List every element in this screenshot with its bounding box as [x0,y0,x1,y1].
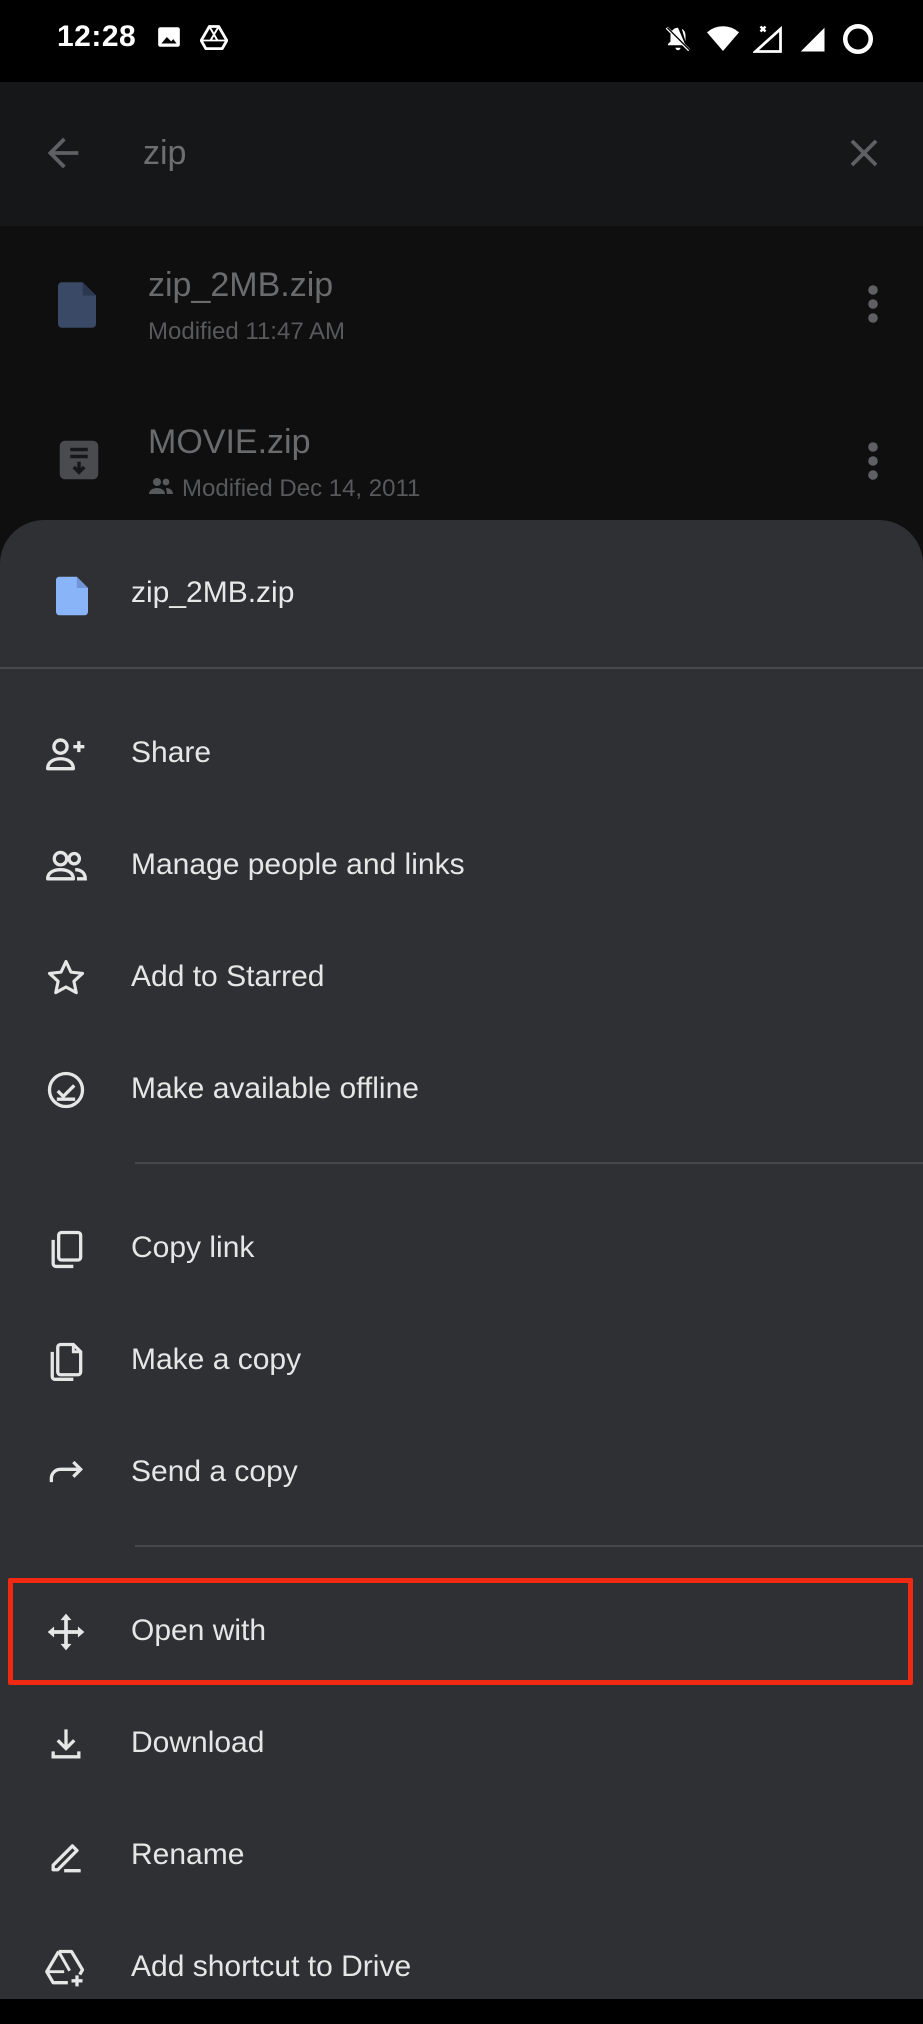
people-icon [44,844,88,888]
more-vert-icon[interactable] [867,441,879,486]
divider [135,1162,923,1164]
copy-link-icon [44,1227,88,1271]
file-meta: Modified 11:47 AM [148,318,346,345]
menu-item-label: Download [131,1726,265,1759]
image-icon [156,24,182,50]
status-bar: 12:28 [0,0,923,82]
status-time: 12:28 [57,20,137,53]
offline-check-icon [44,1068,88,1112]
file-icon [58,282,96,333]
menu-item-label: Make available offline [131,1072,419,1105]
menu-item-label: Copy link [131,1231,255,1264]
more-vert-icon[interactable] [867,284,879,329]
list-item[interactable]: zip_2MB.zip Modified 11:47 AM [0,226,923,376]
menu-item-label: Make a copy [131,1343,302,1376]
signal-icon [797,24,827,54]
notifications-off-icon [663,24,693,54]
search-input[interactable]: zip [143,134,186,173]
menu-item-rename[interactable]: Rename [0,1800,923,1912]
shared-people-icon [148,475,174,503]
menu-item-label: Send a copy [131,1455,298,1488]
menu-item-make-a-copy[interactable]: Make a copy [0,1305,923,1417]
divider [0,667,923,669]
file-meta: Modified Dec 14, 2011 [148,475,420,503]
file-icon [56,576,88,621]
menu-item-add-to-starred[interactable]: Add to Starred [0,922,923,1034]
menu-item-download[interactable]: Download [0,1688,923,1800]
forward-icon [44,1451,88,1495]
add-to-drive-icon [44,1946,88,1990]
menu-item-label: Add to Starred [131,960,325,993]
battery-ring-icon [841,22,875,56]
wifi-icon [707,25,739,53]
sheet-header: zip_2MB.zip [0,520,923,668]
close-icon[interactable] [841,130,887,181]
menu-item-add-shortcut[interactable]: Add shortcut to Drive [0,1912,923,2024]
signal-x-icon [753,24,783,54]
sheet-title: zip_2MB.zip [131,576,295,609]
search-bar: zip [0,82,923,226]
file-copy-icon [44,1339,88,1383]
menu-item-make-offline[interactable]: Make available offline [0,1034,923,1146]
menu-item-label: Add shortcut to Drive [131,1950,412,1983]
drive-icon [200,24,228,50]
menu-item-label: Rename [131,1838,245,1871]
highlight-box [8,1578,913,1685]
list-item[interactable]: MOVIE.zip Modified Dec 14, 2011 [0,383,923,533]
menu-item-label: Share [131,736,212,769]
menu-item-label: Manage people and links [131,848,465,881]
file-name: MOVIE.zip [148,423,311,461]
menu-item-share[interactable]: Share [0,698,923,810]
archive-icon [58,439,100,486]
menu-item-send-a-copy[interactable]: Send a copy [0,1417,923,1529]
person-add-icon [44,732,88,776]
bottom-sheet: zip_2MB.zip Share Manage people and link… [0,520,923,1999]
menu-item-manage-people[interactable]: Manage people and links [0,810,923,922]
rename-icon [44,1834,88,1878]
divider [135,1545,923,1547]
download-icon [44,1722,88,1766]
star-icon [44,956,88,1000]
file-name: zip_2MB.zip [148,266,334,304]
back-arrow-icon[interactable] [40,130,86,181]
menu-item-copy-link[interactable]: Copy link [0,1193,923,1305]
